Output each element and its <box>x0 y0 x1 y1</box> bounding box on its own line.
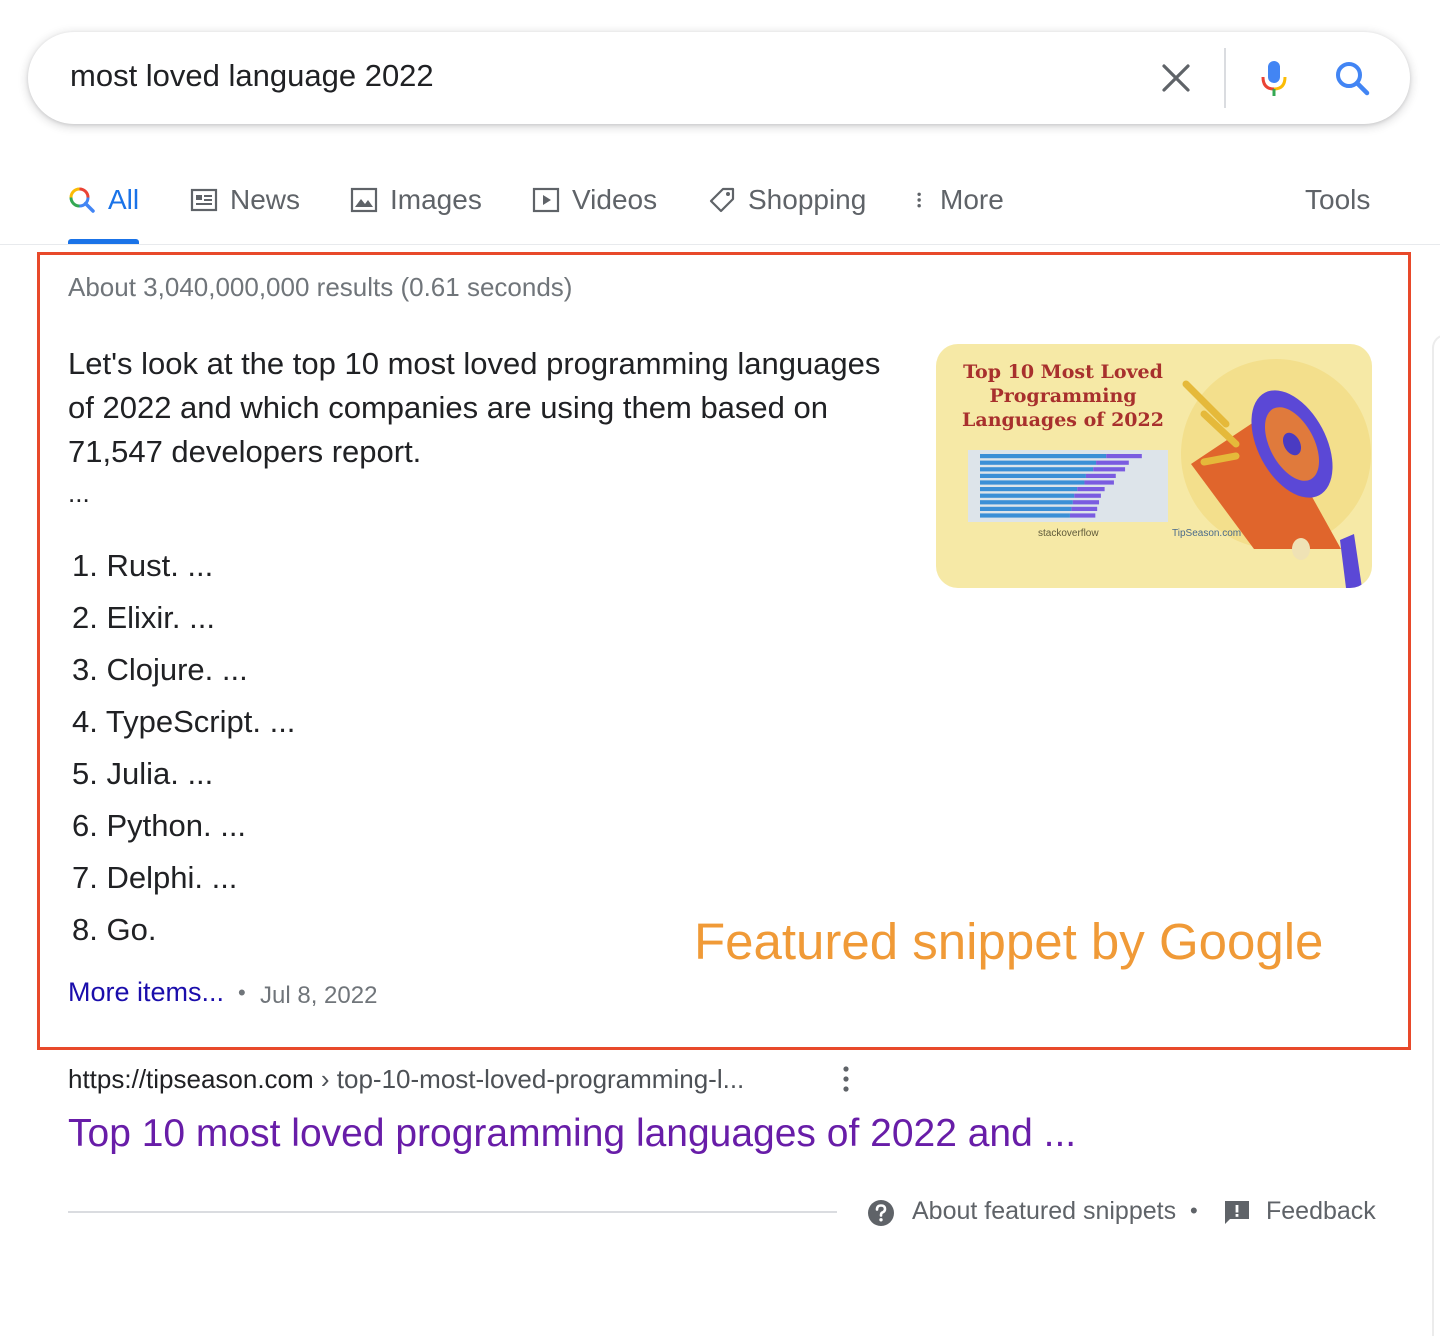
help-icon[interactable] <box>866 1198 896 1228</box>
thumbnail-bar <box>980 513 1070 518</box>
search-tabs: All News Images Videos Shopping More Too… <box>0 178 1440 244</box>
snippet-thumbnail[interactable]: Top 10 Most Loved Programming Languages … <box>936 344 1372 588</box>
result-stats: About 3,040,000,000 results (0.61 second… <box>68 272 573 302</box>
thumbnail-bar-remainder <box>1069 513 1096 518</box>
thumbnail-bar-remainder <box>1072 500 1100 505</box>
tab-label: News <box>230 184 301 215</box>
search-multicolor-icon <box>69 187 95 213</box>
search-icon[interactable] <box>1332 58 1372 98</box>
list-item: 4. TypeScript. ... <box>72 704 296 739</box>
list-item: 6. Python. ... <box>72 808 247 843</box>
tools-button[interactable]: Tools <box>1305 178 1370 244</box>
thumbnail-bar <box>980 480 1085 485</box>
tab-news[interactable]: News <box>190 178 300 244</box>
close-icon[interactable] <box>1156 58 1196 98</box>
more-options-icon[interactable] <box>832 1064 860 1094</box>
thumbnail-title: Top 10 Most Loved Programming Languages … <box>962 361 1164 431</box>
side-panel-edge <box>1432 334 1440 1336</box>
tab-label: More <box>940 184 1004 215</box>
thumbnail-bar <box>980 467 1094 472</box>
tag-icon <box>709 187 735 213</box>
feedback-icon[interactable] <box>1222 1198 1252 1228</box>
list-item: 2. Elixir. ... <box>72 600 215 635</box>
result-url-domain: https://tipseason.com <box>68 1064 314 1094</box>
thumbnail-bar-remainder <box>1084 480 1114 485</box>
thumbnail-bar <box>980 487 1078 492</box>
footer-divider <box>68 1211 837 1213</box>
thumbnail-site: TipSeason.com <box>1172 528 1242 539</box>
tab-more[interactable]: More <box>912 178 1004 244</box>
thumbnail-bar <box>980 473 1086 478</box>
list-item: 1. Rust. ... <box>72 548 214 583</box>
featured-snippet-annotation: Featured snippet by Google <box>694 913 1324 970</box>
thumbnail-bar-remainder <box>1085 473 1116 478</box>
tab-label: All <box>108 184 140 215</box>
snippet-date: Jul 8, 2022 <box>260 982 378 1009</box>
thumbnail-bar-remainder <box>1106 454 1142 459</box>
tools-label: Tools <box>1305 184 1371 215</box>
snippet-text: Let's look at the top 10 most loved prog… <box>68 346 881 469</box>
thumbnail-bar <box>980 506 1072 511</box>
tab-label: Images <box>390 184 482 215</box>
thumbnail-bar <box>980 500 1073 505</box>
thumbnail-brand: stackoverflow <box>1038 528 1099 539</box>
thumbnail-bar-remainder <box>1077 487 1105 492</box>
result-title-link[interactable]: Top 10 most loved programming languages … <box>68 1112 1076 1156</box>
feedback-link[interactable]: Feedback <box>1266 1197 1376 1226</box>
tab-label: Videos <box>572 184 658 215</box>
snippet-ellipsis: ... <box>68 478 90 508</box>
search-bar <box>28 32 1410 124</box>
thumbnail-bar-remainder <box>1071 506 1098 511</box>
snippet-list: 1. Rust. ... 2. Elixir. ... 3. Clojure. … <box>72 543 295 959</box>
list-item: 8. Go. <box>72 912 157 947</box>
thumbnail-bar <box>980 460 1097 465</box>
microphone-icon[interactable] <box>1254 58 1294 98</box>
tab-label: Shopping <box>748 184 867 215</box>
newspaper-icon <box>190 188 218 212</box>
search-bar-divider <box>1224 48 1226 108</box>
thumbnail-bar-remainder <box>1096 460 1129 465</box>
tabs-divider <box>0 244 1440 245</box>
result-url[interactable]: https://tipseason.com › top-10-most-love… <box>68 1064 744 1095</box>
thumbnail-bar-remainder <box>1093 467 1126 472</box>
search-input[interactable] <box>70 58 1110 94</box>
image-icon <box>350 187 378 213</box>
vertical-dots-icon <box>917 192 921 208</box>
list-item: 7. Delphi. ... <box>72 860 238 895</box>
separator-dot: • <box>1190 1198 1198 1223</box>
tab-videos[interactable]: Videos <box>532 178 657 244</box>
separator-dot: • <box>238 980 246 1005</box>
thumbnail-bar <box>980 454 1107 459</box>
list-item: 5. Julia. ... <box>72 756 214 791</box>
tab-all[interactable]: All <box>68 178 140 244</box>
about-featured-snippets-link[interactable]: About featured snippets <box>912 1197 1176 1226</box>
thumbnail-bar <box>980 493 1075 498</box>
play-icon <box>532 187 560 213</box>
tab-shopping[interactable]: Shopping <box>708 178 866 244</box>
tab-images[interactable]: Images <box>350 178 482 244</box>
list-item: 3. Clojure. ... <box>72 652 248 687</box>
result-url-path: › top-10-most-loved-programming-l... <box>313 1064 745 1094</box>
more-items-link[interactable]: More items... <box>68 977 224 1008</box>
thumbnail-bar-remainder <box>1074 493 1101 498</box>
